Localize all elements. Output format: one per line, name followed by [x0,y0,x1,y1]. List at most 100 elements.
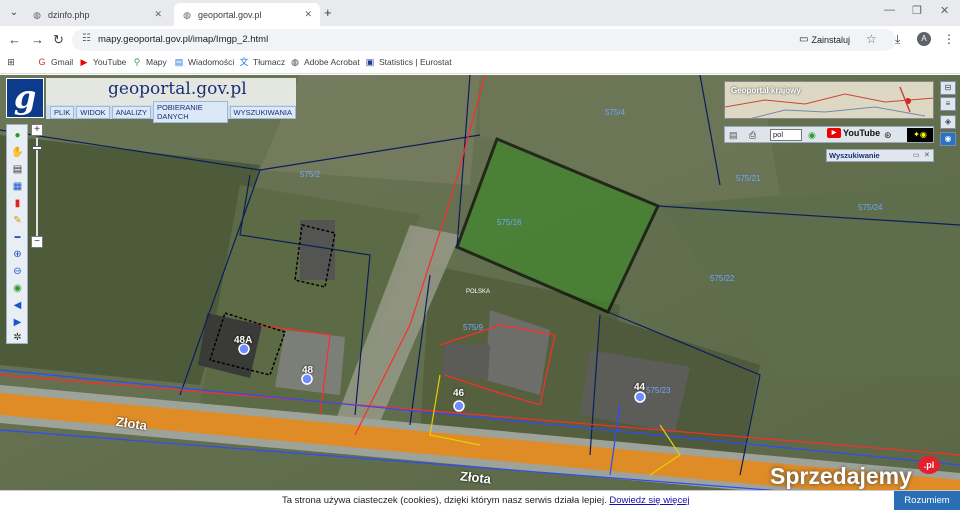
menu-wyszukiwania[interactable]: WYSZUKIWANIA [229,105,296,119]
bookmark-gmail[interactable]: G Gmail [37,57,73,67]
search-panel-header[interactable]: Wyszukiwanie ▭ ✕ [826,149,934,162]
globe-icon: ◍ [33,9,41,20]
back-icon[interactable]: ← [8,32,21,47]
zoom-in-icon[interactable]: ⊕ [11,248,24,261]
bookmark-wiadomosci[interactable]: ▤ Wiadomości [174,57,235,67]
eurostat-icon: ▣ [365,57,375,67]
url-text: mapy.geoportal.gov.pl/imap/Imgp_2.html [98,34,269,45]
app-menubar: PLIK WIDOK ANALIZY POBIERANIE DANYCH WYS… [46,101,296,123]
watermark-text: Sprzedajemy [770,463,912,489]
globe-icon: ◍ [291,57,299,67]
bookmark-mapy[interactable]: ⚲ Mapy [132,57,167,67]
eye-view-icon[interactable]: ◉ [940,132,956,146]
close-panel-icon[interactable]: ✕ [924,151,930,159]
menu-pobieranie-danych[interactable]: POBIERANIE DANYCH [152,101,228,123]
menu-widok[interactable]: WIDOK [76,105,110,119]
overview-toggle-icon[interactable]: ⊟ [940,81,956,95]
overview-map[interactable]: Geoportal krajowy [724,81,934,119]
contrast-eye-icon[interactable]: ✦◉ [907,128,933,142]
youtube-play-icon: ▶ [827,128,841,138]
bookmark-eurostat[interactable]: ▣ Statistics | Eurostat [365,57,452,67]
cookie-accept-button[interactable]: Rozumiem [894,491,960,510]
download-icon[interactable]: ⤓ [895,32,900,47]
zoom-out-icon[interactable]: ⊖ [11,265,24,278]
site-info-icon[interactable]: ☷ [82,33,91,44]
zoom-thumb[interactable] [32,146,42,150]
help-book-icon[interactable]: ▤ [729,129,738,141]
gmail-icon: G [38,57,46,67]
bookmark-youtube[interactable]: ▶ YouTube [79,57,127,67]
parcel-label: 575/21 [736,174,761,183]
map-canvas[interactable]: 575/2 575/16 575/21 575/24 575/22 575/9 … [0,75,960,510]
profile-avatar[interactable]: A [917,32,931,46]
parcel-label: 575/4 [605,108,626,117]
globe-icon[interactable]: ◉ [11,282,24,295]
green-circle-icon[interactable]: ◉ [808,129,816,141]
new-tab-button[interactable]: + [324,5,332,20]
menu-plik[interactable]: PLIK [50,105,75,119]
maps-pin-icon: ⚲ [133,57,141,67]
layers-icon[interactable]: ▤ [11,163,24,176]
bookmark-star-icon[interactable]: ☆ [866,32,877,46]
bookmark-label: Tłumacz [253,57,286,67]
restore-icon[interactable]: ❐ [912,4,922,17]
menu-analizy[interactable]: ANALIZY [111,105,151,119]
install-label: Zainstaluj [811,34,850,45]
install-icon: ▭ [799,34,809,45]
address-label: 46 [453,388,465,399]
youtube-link[interactable]: ▶ YouTube [827,128,880,138]
apps-icon[interactable]: ⊞ [6,57,20,67]
pan-hand-icon[interactable]: ✋ [11,146,24,159]
measure-icon[interactable]: ▬ [11,231,24,244]
watermark-badge: .pl [918,456,940,474]
bookmark-adobe[interactable]: ◍ Adobe Acrobat [290,57,360,67]
overview-title: Geoportal krajowy [731,86,801,95]
minimize-panel-icon[interactable]: ▭ [913,151,920,159]
bookmark-label: Mapy [146,57,167,67]
youtube-label: YouTube [843,128,881,138]
identify-icon[interactable]: ◈ [940,115,956,129]
install-button[interactable]: ▭ Zainstaluj [799,34,850,45]
bookmark-map-icon[interactable]: ▮ [11,197,24,210]
parcel-label: 575/24 [858,203,883,212]
settings-icon[interactable]: ✲ [11,331,24,344]
menu-kebab-icon[interactable]: ⋮ [943,32,955,46]
reload-icon[interactable]: ↻ [53,32,64,48]
tab-dzinfo[interactable]: ◍ dzinfo.php ✕ [24,3,170,26]
minimize-icon[interactable]: — [884,4,895,16]
forward-icon[interactable]: → [31,32,44,47]
print-icon[interactable]: ▦ [11,180,24,193]
globe-icon: ◍ [183,9,191,20]
close-icon[interactable]: ✕ [154,9,162,20]
bookmark-tlumacz[interactable]: 文 Tłumacz [239,57,285,67]
accessibility-icon[interactable]: ⊛ [884,129,892,141]
arrow-left-icon[interactable]: ◀ [11,299,24,312]
close-icon[interactable]: ✕ [304,9,312,20]
address-label: 44 [634,382,646,393]
zoom-plus-icon[interactable]: + [31,124,43,136]
zoom-rail [36,138,38,236]
tab-search-icon[interactable]: ⌄ [6,5,22,21]
apps-grid-icon: ⊞ [7,57,15,67]
close-window-icon[interactable]: ✕ [940,4,949,17]
country-label: POLSKA [466,289,491,295]
bookmark-label: Gmail [51,57,74,67]
arrow-right-icon[interactable]: ▶ [11,316,24,329]
legend-icon[interactable]: ≡ [940,97,956,111]
parcel-label: 575/16 [497,218,522,227]
tab-title: geoportal.gov.pl [198,9,262,20]
address-bar[interactable]: ☷ mapy.geoportal.gov.pl/imap/Imgp_2.html… [72,29,896,51]
geoportal-logo[interactable]: g [6,78,44,118]
pencil-icon[interactable]: ✎ [11,214,24,227]
zoom-slider[interactable]: + − [31,124,43,250]
bookmark-label: YouTube [93,57,127,67]
zoom-minus-icon[interactable]: − [31,236,43,248]
printer-icon[interactable]: ⎙ [749,129,756,141]
info-icon[interactable]: ● [11,129,24,142]
bookmark-label: Wiadomości [188,57,235,67]
bookmarks-bar: ⊞ G Gmail ▶ YouTube ⚲ Mapy ▤ Wiadomości … [0,54,960,74]
language-select[interactable]: pol [770,129,802,141]
cookie-more-link[interactable]: Dowiedz się więcej [609,495,689,506]
tab-geoportal[interactable]: ◍ geoportal.gov.pl ✕ [174,3,320,26]
bookmark-label: Adobe Acrobat [304,57,360,67]
